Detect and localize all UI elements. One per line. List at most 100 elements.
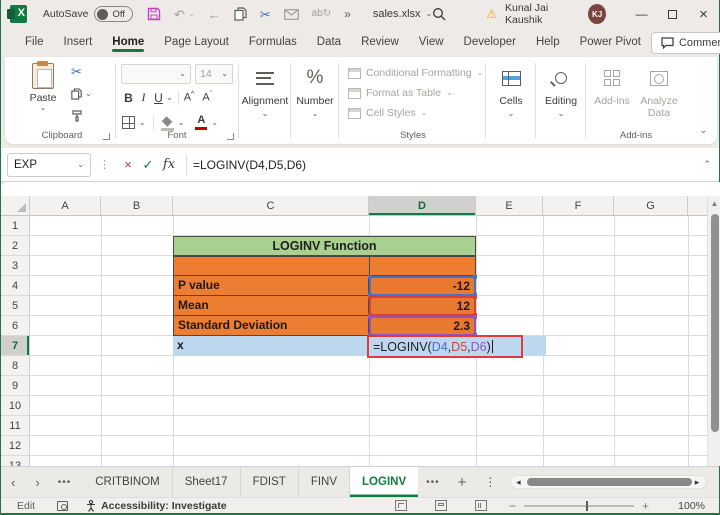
- search-icon[interactable]: [432, 7, 446, 21]
- close-button[interactable]: ×: [688, 0, 719, 28]
- row-header-8[interactable]: 8: [1, 356, 30, 375]
- excel-logo-icon[interactable]: [7, 5, 27, 23]
- drag-handle-icon[interactable]: ⋮: [99, 158, 110, 171]
- autosave-pill[interactable]: Off: [94, 6, 133, 22]
- vertical-scrollbar-thumb[interactable]: [711, 214, 719, 432]
- zoom-slider[interactable]: [523, 500, 634, 511]
- scroll-left-icon[interactable]: ◂: [511, 477, 525, 488]
- file-name[interactable]: sales.xlsx ⌄: [373, 8, 432, 20]
- font-dialog-launcher-icon[interactable]: [227, 133, 234, 140]
- autosave-toggle[interactable]: AutoSave Off: [43, 6, 133, 22]
- format-painter-button[interactable]: [71, 109, 83, 123]
- column-header-D[interactable]: D: [369, 196, 476, 215]
- chevron-down-icon[interactable]: ⌄: [211, 118, 218, 127]
- menu-tab-home[interactable]: Home: [102, 30, 154, 55]
- cell-C4-label[interactable]: P value: [173, 276, 369, 296]
- sheet-tab-loginv[interactable]: LOGINV: [350, 467, 419, 497]
- select-all-corner[interactable]: [1, 196, 30, 215]
- name-box[interactable]: EXP ⌄: [7, 152, 91, 177]
- menu-tab-help[interactable]: Help: [526, 30, 570, 55]
- cells-button[interactable]: Cells ⌄: [488, 66, 534, 118]
- normal-view-icon[interactable]: [394, 500, 407, 511]
- borders-icon[interactable]: [122, 116, 135, 129]
- expand-formula-bar-icon[interactable]: ⌃: [703, 159, 711, 170]
- cancel-entry-button[interactable]: ×: [118, 157, 138, 172]
- collapse-ribbon-icon[interactable]: ⌄: [699, 125, 707, 136]
- menu-tab-developer[interactable]: Developer: [454, 30, 526, 55]
- zoom-in-button[interactable]: +: [634, 499, 657, 513]
- row-header-11[interactable]: 11: [1, 416, 30, 435]
- menu-tab-file[interactable]: File: [15, 30, 54, 55]
- menu-tab-data[interactable]: Data: [307, 30, 351, 55]
- decrease-font-button[interactable]: Aˇ: [202, 91, 212, 104]
- row-header-6[interactable]: 6: [1, 316, 30, 335]
- page-layout-view-icon[interactable]: [434, 500, 447, 511]
- menu-tab-page-layout[interactable]: Page Layout: [154, 30, 239, 55]
- number-button[interactable]: % Number ⌄: [293, 66, 337, 118]
- copy-icon[interactable]: [234, 7, 247, 21]
- row-header-2[interactable]: 2: [1, 236, 30, 255]
- more-commands-icon[interactable]: »: [344, 8, 351, 20]
- maximize-button[interactable]: [657, 0, 688, 28]
- underline-button[interactable]: U: [151, 91, 166, 105]
- sheet-tab-sheet17[interactable]: Sheet17: [173, 467, 241, 497]
- row-header-1[interactable]: 1: [1, 216, 30, 235]
- column-header-E[interactable]: E: [476, 196, 543, 215]
- save-icon[interactable]: [147, 7, 161, 21]
- next-sheet-icon[interactable]: ›: [25, 475, 49, 490]
- copy-button[interactable]: ⌄: [71, 87, 92, 101]
- macro-record-icon[interactable]: [57, 500, 69, 511]
- column-header-A[interactable]: A: [30, 196, 101, 215]
- undo-icon[interactable]: ↶: [174, 8, 185, 21]
- row-header-10[interactable]: 10: [1, 396, 30, 415]
- alignment-button[interactable]: Alignment ⌄: [241, 66, 289, 118]
- menu-tab-formulas[interactable]: Formulas: [239, 30, 307, 55]
- cell-orange-band[interactable]: [173, 256, 476, 276]
- page-break-preview-icon[interactable]: [474, 500, 487, 511]
- minimize-button[interactable]: —: [626, 0, 657, 28]
- sheet-tab-finv[interactable]: FINV: [299, 467, 351, 497]
- new-sheet-button[interactable]: +: [448, 474, 477, 491]
- formula-bar-input[interactable]: =LOGINV(D4,D5,D6): [193, 158, 306, 172]
- column-header-B[interactable]: B: [101, 196, 173, 215]
- menu-tab-view[interactable]: View: [409, 30, 454, 55]
- menu-tab-insert[interactable]: Insert: [54, 30, 103, 55]
- horizontal-scrollbar[interactable]: ◂ ▸: [510, 475, 707, 489]
- row-header-9[interactable]: 9: [1, 376, 30, 395]
- font-name-combobox[interactable]: ⌄: [121, 64, 191, 84]
- cell-D6-value[interactable]: 2.3: [368, 315, 477, 337]
- italic-button[interactable]: I: [136, 90, 151, 105]
- row-header-4[interactable]: 4: [1, 276, 30, 295]
- cut-button[interactable]: ✂: [71, 64, 82, 79]
- undo-chevron-icon[interactable]: ⌄: [189, 10, 195, 18]
- bold-button[interactable]: B: [121, 91, 136, 105]
- user-name[interactable]: Kunal Jai Kaushik: [505, 2, 581, 26]
- sheet-tab-critbinom[interactable]: CRITBINOM: [83, 467, 173, 497]
- row-header-5[interactable]: 5: [1, 296, 30, 315]
- comments-button[interactable]: Comments: [650, 31, 720, 54]
- chevron-down-icon[interactable]: ⌄: [166, 93, 173, 102]
- row-header-13[interactable]: 13: [1, 456, 30, 466]
- menu-tab-power-pivot[interactable]: Power Pivot: [570, 30, 651, 55]
- zoom-slider-thumb[interactable]: [585, 500, 589, 511]
- cell-D4-value[interactable]: -12: [368, 275, 477, 297]
- font-size-combobox[interactable]: 14 ⌄: [195, 64, 233, 84]
- cut-icon[interactable]: ✂: [260, 8, 271, 21]
- row-header-3[interactable]: 3: [1, 256, 30, 275]
- sheet-area[interactable]: 1 2 3 4 5 6 7 8 9 10 11 12 13 LOGINV Function P valu…: [1, 216, 707, 466]
- accessibility-checker[interactable]: Accessibility: Investigate: [86, 499, 227, 512]
- cell-C5-label[interactable]: Mean: [173, 296, 369, 316]
- chevron-down-icon[interactable]: ⌄: [178, 118, 185, 127]
- chevron-down-icon[interactable]: ⌄: [139, 118, 146, 127]
- more-sheets-left-icon[interactable]: •••: [50, 477, 80, 488]
- more-sheets-right-icon[interactable]: •••: [418, 477, 448, 488]
- scroll-right-icon[interactable]: ▸: [690, 477, 704, 488]
- previous-sheet-icon[interactable]: ‹: [1, 475, 25, 490]
- fill-color-icon[interactable]: [160, 118, 174, 131]
- row-header-7[interactable]: 7: [1, 336, 30, 355]
- cell-title-loginv-function[interactable]: LOGINV Function: [173, 236, 476, 256]
- editing-button[interactable]: Editing ⌄: [538, 66, 584, 118]
- horizontal-scrollbar-thumb[interactable]: [527, 478, 693, 486]
- scroll-up-icon[interactable]: ▲: [708, 196, 720, 208]
- column-header-G[interactable]: G: [614, 196, 688, 215]
